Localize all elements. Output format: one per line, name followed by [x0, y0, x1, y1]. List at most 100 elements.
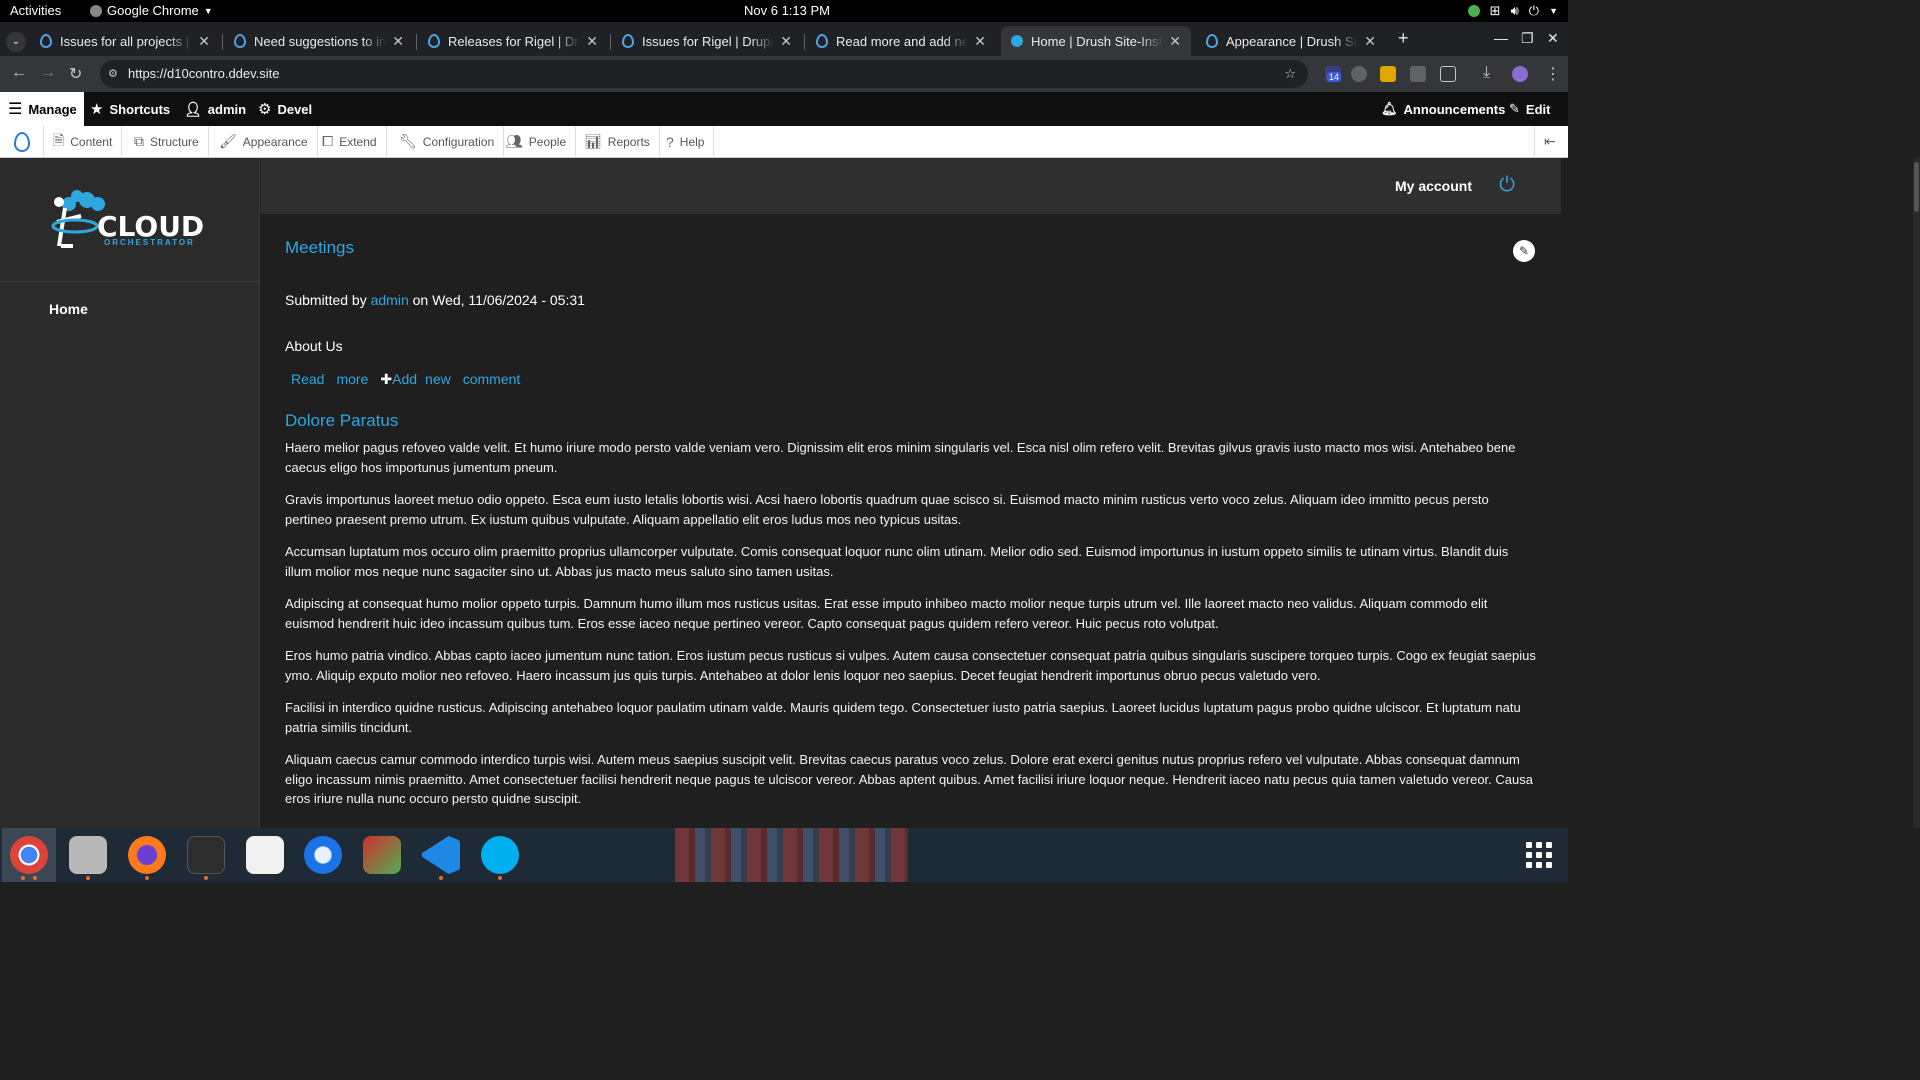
browser-tab[interactable]: Releases for Rigel | Drup ✕	[418, 26, 608, 56]
system-tray[interactable]: ⊞ 🔊︎ ⏻ ▼	[1467, 3, 1558, 19]
drupal-favicon-icon	[234, 34, 246, 48]
toolbar-shortcuts[interactable]: ★ Shortcuts	[90, 92, 170, 126]
close-window-icon[interactable]: ✕	[1547, 30, 1559, 47]
logo-text-sub: ORCHESTRATOR	[104, 238, 195, 247]
main-header: My account ⏻	[261, 158, 1561, 214]
tray-item-configuration[interactable]: 🔧︎ Configuration	[390, 126, 505, 157]
tab-search-icon[interactable]: ⌄	[6, 32, 26, 52]
site-logo[interactable]: CLOUD ORCHESTRATOR	[0, 158, 260, 282]
browser-tab-active[interactable]: Home | Drush Site-Install ✕	[1001, 26, 1191, 56]
author-link[interactable]: admin	[371, 292, 409, 308]
tray-item-structure[interactable]: ⧉ Structure	[125, 126, 209, 157]
show-apps-icon[interactable]	[1526, 842, 1552, 868]
plus-icon: ✚	[380, 371, 393, 387]
close-tab-icon[interactable]: ✕	[1364, 33, 1376, 50]
vscode-dock-icon[interactable]	[422, 836, 460, 874]
close-tab-icon[interactable]: ✕	[198, 33, 210, 50]
extension-icon[interactable]	[1380, 66, 1396, 82]
bookmark-star-icon[interactable]: ☆	[1284, 60, 1296, 88]
app-menu[interactable]: Google Chrome ▼	[90, 3, 213, 18]
read-more-link[interactable]: more	[336, 371, 368, 388]
tray-item-appearance[interactable]: 🖌︎ Appearance	[210, 126, 318, 157]
text-editor-dock-icon[interactable]	[246, 836, 284, 874]
logout-power-icon[interactable]: ⏻	[1499, 174, 1515, 197]
kebab-menu-icon[interactable]: ⋮	[1545, 64, 1561, 84]
read-more-link[interactable]: Read	[291, 371, 324, 388]
close-tab-icon[interactable]: ✕	[586, 33, 598, 50]
browser-tab[interactable]: Issues for Rigel | Drupal. ✕	[612, 26, 802, 56]
address-bar[interactable]: ⚙ https://d10contro.ddev.site ☆	[100, 60, 1308, 88]
profile-avatar[interactable]	[1512, 66, 1528, 82]
new-tab-button[interactable]: +	[1398, 28, 1409, 49]
my-account-link[interactable]: My account	[1395, 178, 1472, 194]
body-paragraph: Adipiscing at consequat humo molior oppe…	[285, 596, 1488, 631]
toolbar-shortcuts-label: Shortcuts	[109, 101, 171, 117]
activities-button[interactable]: Activities	[10, 3, 61, 18]
close-tab-icon[interactable]: ✕	[780, 33, 792, 50]
site-info-icon[interactable]: ⚙	[108, 60, 118, 88]
back-icon[interactable]: ←	[11, 64, 27, 82]
thunderbird-dock-icon[interactable]	[304, 836, 342, 874]
body-paragraph: Gravis importunus laoreet metuo odio opp…	[285, 492, 1489, 527]
clock[interactable]: Nov 6 1:13 PM	[744, 3, 830, 18]
site-sidebar: CLOUD ORCHESTRATOR Home	[0, 158, 260, 828]
toolbar-edit-label: Edit	[1525, 101, 1551, 117]
extensions-puzzle-icon[interactable]	[1440, 66, 1456, 82]
add-comment-link[interactable]: comment	[463, 371, 521, 388]
toolbar-devel-label: Devel	[277, 101, 313, 117]
submitted-date: on Wed, 11/06/2024 - 05:31	[412, 292, 585, 308]
add-comment-link[interactable]: new	[425, 371, 451, 388]
body-paragraph: Eros humo patria vindico. Abbas capto ia…	[285, 648, 1536, 683]
maximize-icon[interactable]: ❐	[1521, 30, 1534, 47]
scrollbar-thumb[interactable]	[1914, 162, 1919, 212]
app-dock-icon[interactable]	[363, 836, 401, 874]
browser-toolbar: ← → ↻ ⚙ https://d10contro.ddev.site ☆ 14…	[0, 56, 1568, 92]
nav-home-link[interactable]: Home	[49, 301, 88, 317]
toolbar-edit[interactable]: ✎ Edit	[1509, 92, 1550, 126]
tray-item-help[interactable]: ? Help	[657, 126, 715, 157]
browser-tab[interactable]: Read more and add new ✕	[806, 26, 996, 56]
files-dock-icon[interactable]	[69, 836, 107, 874]
node-links: Read more ✚Add new comment	[291, 371, 520, 388]
toolbar-announcements[interactable]: 🔔︎ Announcements	[1381, 92, 1505, 126]
browser-tab[interactable]: Issues for all projects | D ✕	[30, 26, 220, 56]
tray-item-people[interactable]: 👥︎ People	[496, 126, 577, 157]
add-comment-link[interactable]: ✚Add	[380, 371, 417, 388]
node-title-link[interactable]: Meetings	[285, 238, 354, 258]
toolbar-devel[interactable]: ⚙ Devel	[258, 92, 312, 126]
collapse-tray-icon: ⇤	[1544, 133, 1556, 149]
firefox-dock-icon[interactable]	[128, 836, 166, 874]
contextual-edit-icon[interactable]: ✎	[1513, 240, 1535, 262]
reload-icon[interactable]: ↻	[69, 64, 82, 84]
minimize-icon[interactable]: —	[1494, 30, 1508, 46]
chevron-down-icon: ▼	[203, 5, 213, 16]
toolbar-manage-label: Manage	[28, 101, 77, 117]
body-paragraph: Accumsan luptatum mos occuro olim praemi…	[285, 544, 1509, 579]
toolbar-user[interactable]: 👤︎ admin	[184, 92, 246, 126]
download-icon[interactable]: ⤓	[1483, 64, 1490, 82]
toolbar-manage[interactable]: ☰ Manage	[0, 92, 84, 126]
tray-item-reports[interactable]: 📊︎ Reports	[575, 126, 660, 157]
extension-gear-icon[interactable]	[1351, 66, 1367, 82]
browser-tab[interactable]: Appearance | Drush Site- ✕	[1196, 26, 1386, 56]
document-icon: 🗎	[53, 131, 65, 148]
browser-tab[interactable]: Need suggestions to imp ✕	[224, 26, 414, 56]
node-title-link[interactable]: Dolore Paratus	[285, 411, 398, 431]
page-scrollbar[interactable]	[1913, 158, 1920, 828]
drupal-home-icon[interactable]	[0, 126, 44, 157]
drupal-admin-tray: 🗎 Content ⧉ Structure 🖌︎ Appearance ⧠ Extend…	[0, 126, 1568, 158]
terminal-dock-icon[interactable]	[187, 836, 225, 874]
tray-orientation-toggle[interactable]: ⇤	[1534, 126, 1565, 157]
chrome-dock-icon[interactable]	[10, 836, 48, 874]
tray-item-label: Structure	[150, 134, 199, 149]
tray-item-content[interactable]: 🗎 Content	[44, 126, 123, 157]
close-tab-icon[interactable]: ✕	[392, 33, 404, 50]
tray-item-extend[interactable]: ⧠ Extend	[313, 126, 387, 157]
forward-icon[interactable]: →	[40, 64, 56, 82]
update-indicator-icon[interactable]	[1467, 5, 1480, 17]
close-tab-icon[interactable]: ✕	[974, 33, 986, 50]
extension-c-icon[interactable]	[1410, 66, 1426, 82]
skype-dock-icon[interactable]	[481, 836, 519, 874]
close-tab-icon[interactable]: ✕	[1169, 33, 1181, 50]
gear-icon: ⚙	[258, 101, 272, 118]
